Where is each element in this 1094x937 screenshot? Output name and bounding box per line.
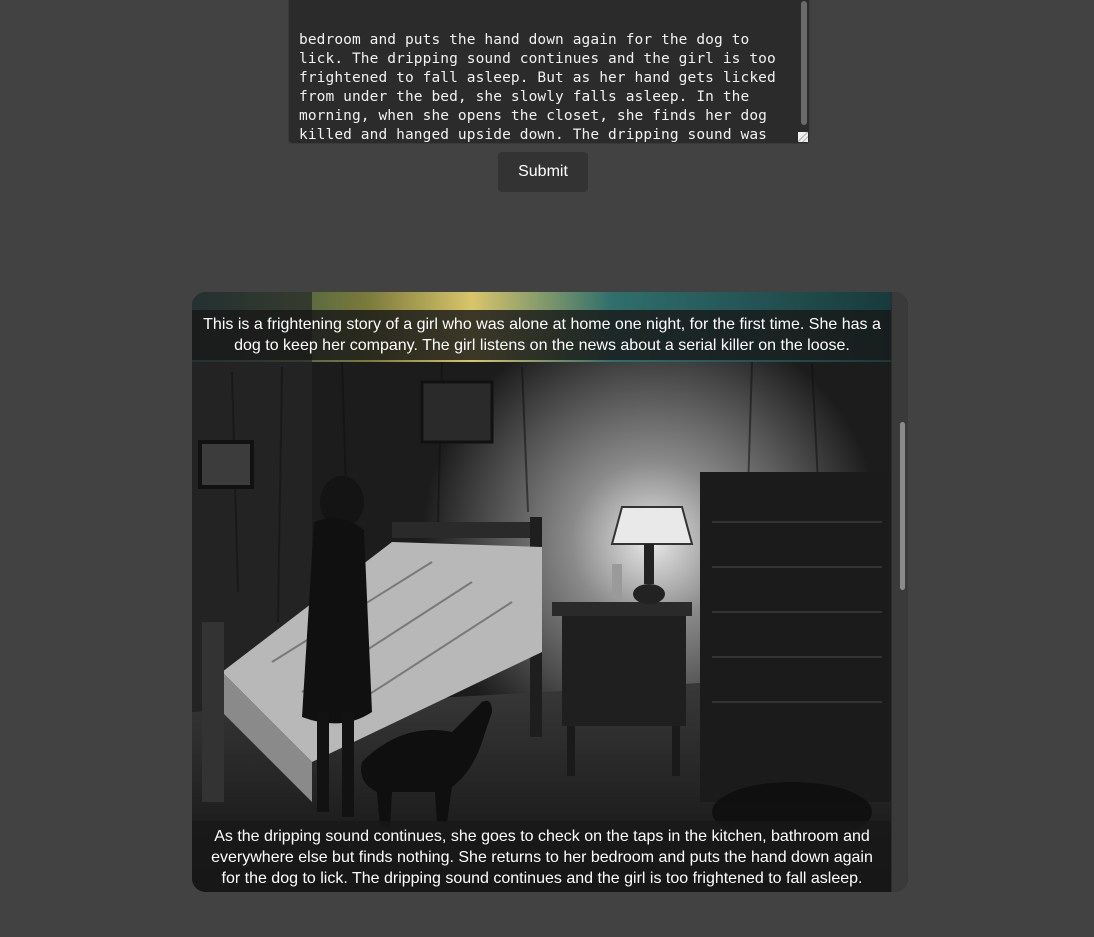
page: bedroom and puts the hand down again for… <box>0 0 1094 937</box>
story-panel-scrollbar-track[interactable] <box>891 292 908 892</box>
story-caption-bottom: As the dripping sound continues, she goe… <box>192 821 892 892</box>
story-textarea[interactable]: bedroom and puts the hand down again for… <box>288 0 810 144</box>
story-caption-top: This is a frightening story of a girl wh… <box>192 310 892 360</box>
submit-button[interactable]: Submit <box>498 152 588 192</box>
textarea-scrollbar[interactable] <box>801 1 807 125</box>
resize-handle-icon[interactable] <box>798 132 808 142</box>
story-textarea-text[interactable]: bedroom and puts the hand down again for… <box>299 31 781 143</box>
story-panel: This is a frightening story of a girl wh… <box>192 292 908 892</box>
story-illustration <box>192 292 892 892</box>
story-panel-scrollbar-thumb[interactable] <box>900 422 905 590</box>
